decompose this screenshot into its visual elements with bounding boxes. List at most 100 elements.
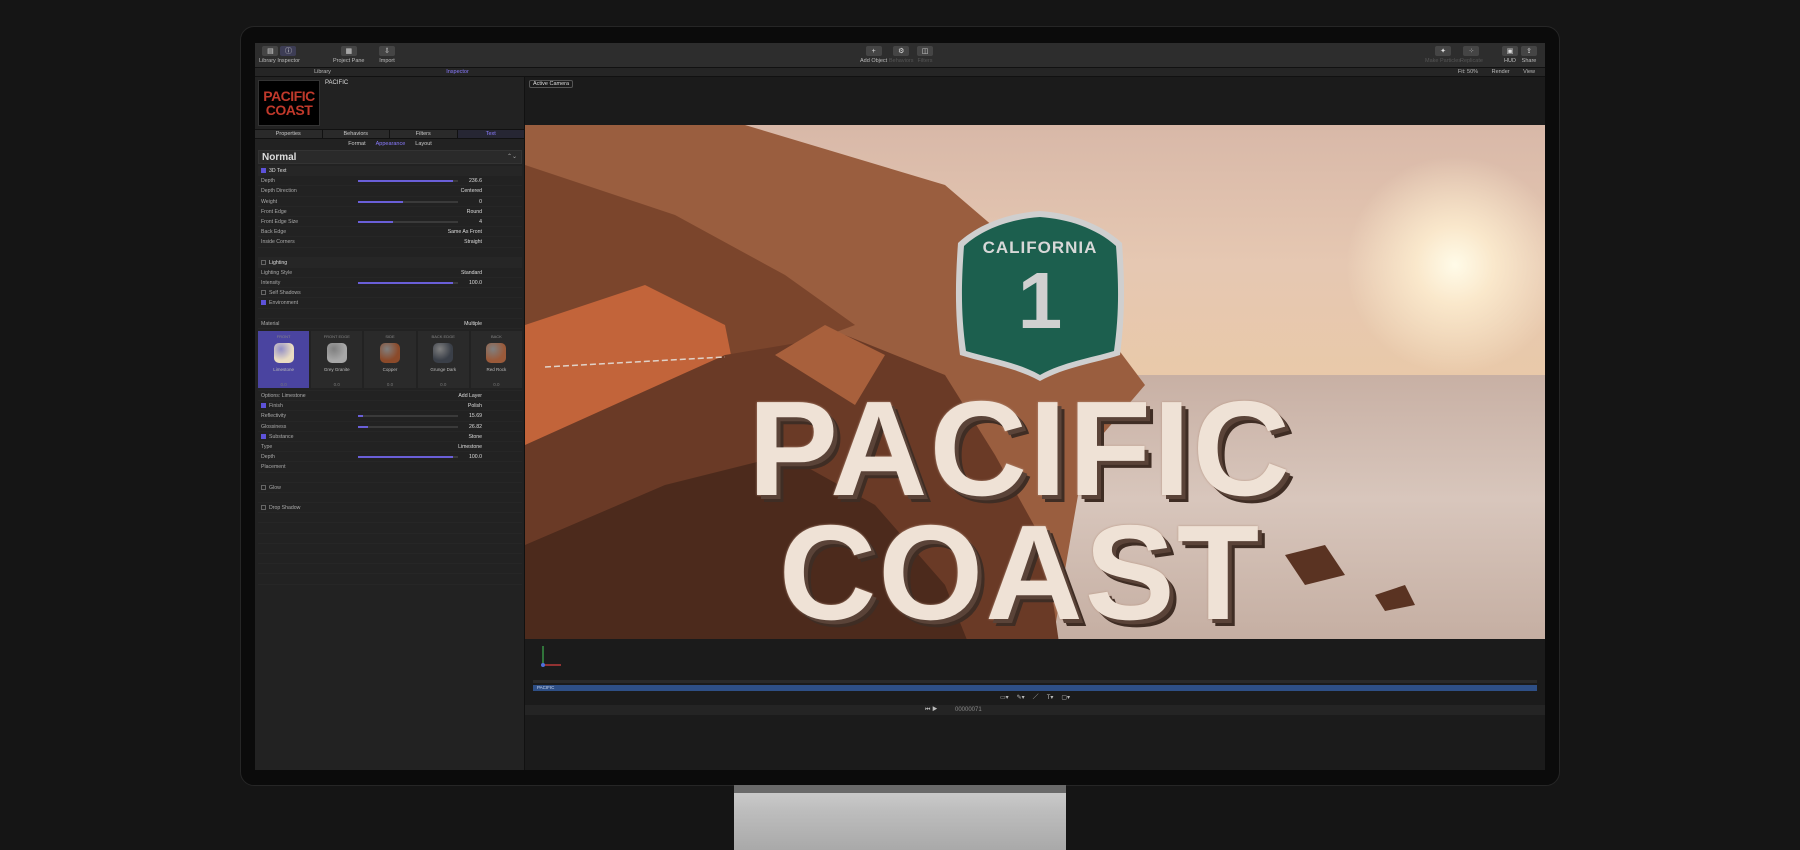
parameter-value[interactable]: Add Layer — [458, 391, 482, 401]
parameter-value[interactable]: 100.0 — [469, 278, 482, 288]
parameter-slider[interactable] — [358, 180, 458, 183]
parameter-slider[interactable] — [358, 282, 458, 285]
material-swatches: FRONT Limestone 0.0 FRONT EDGE Grey Granite 0… — [258, 329, 523, 391]
parameter-value[interactable]: 0 — [479, 197, 482, 207]
material-swatch[interactable]: BACK Red Rock 0.0 — [470, 331, 523, 388]
checkbox[interactable] — [261, 403, 266, 409]
tab-library[interactable]: Library — [255, 68, 390, 76]
slider-fill — [358, 415, 363, 418]
hud-label: HUD — [1504, 58, 1516, 64]
tab-inspector[interactable]: Inspector — [390, 68, 525, 76]
text-tool-icon[interactable]: T▾ — [1047, 693, 1054, 703]
mask-tool-icon[interactable]: ▢▾ — [1061, 693, 1070, 703]
slider-fill — [358, 220, 393, 223]
parameter-value[interactable]: Standard — [461, 268, 482, 278]
parameter-value[interactable]: Round — [467, 207, 482, 217]
material-swatch[interactable]: FRONT EDGE Grey Granite 0.0 — [311, 331, 363, 388]
checkbox[interactable] — [261, 505, 266, 511]
parameter-value[interactable]: Stone — [468, 432, 482, 442]
parameter-label: Weight — [261, 198, 278, 205]
render-menu[interactable]: Render — [1492, 69, 1510, 75]
project-pane-button[interactable]: ▦ Project Pane — [333, 46, 365, 64]
checkbox[interactable] — [261, 259, 266, 265]
parameter-slider[interactable] — [358, 415, 458, 418]
parameter-row: Placement — [258, 462, 522, 473]
tab-properties[interactable]: Properties — [255, 130, 323, 138]
parameter-value[interactable]: 236.6 — [469, 176, 482, 186]
subtab-layout[interactable]: Layout — [415, 140, 432, 149]
filters-button[interactable]: ◫ Filters — [917, 46, 933, 64]
behaviors-button[interactable]: ⚙ Behaviors — [889, 46, 913, 64]
checkbox[interactable] — [261, 300, 266, 306]
inspector-panel: PACIFIC COAST PACIFIC Properties Behavior… — [255, 77, 525, 770]
title-text-3d[interactable]: PACIFIC COAST — [710, 381, 1330, 640]
add-object-button[interactable]: + Add Object — [860, 46, 887, 64]
add-object-label: Add Object — [860, 58, 888, 64]
parameter-slider[interactable] — [358, 456, 458, 459]
parameter-label: Depth — [261, 178, 275, 185]
make-particles-button[interactable]: ✦ Make Particles — [1425, 46, 1461, 64]
inspector-tabs: Properties Behaviors Filters Text — [255, 129, 525, 139]
replicate-button[interactable]: ⁘ Replicate — [1460, 46, 1483, 64]
parameter-slider[interactable] — [358, 425, 458, 428]
mini-timeline-ruler[interactable] — [533, 680, 1537, 683]
material-swatch[interactable]: FRONT Limestone 0.0 — [258, 331, 310, 388]
hud-button[interactable]: ▣ HUD — [1502, 46, 1518, 64]
line-tool-icon[interactable]: ／ — [1033, 693, 1039, 703]
parameter-value[interactable]: 26.82 — [469, 422, 482, 432]
parameter-value[interactable]: Straight — [464, 237, 482, 247]
subtab-appearance[interactable]: Appearance — [376, 140, 406, 149]
material-value: 0.0 — [333, 382, 340, 387]
parameter-row: Environment — [258, 298, 522, 309]
checkbox[interactable] — [261, 290, 266, 296]
camera-menu[interactable]: Active Camera — [529, 80, 574, 88]
checkbox[interactable] — [261, 484, 266, 490]
timeline-layer-bar[interactable]: PACIFIC — [533, 685, 1537, 691]
shape-tool-icon[interactable]: ▭▾ — [1000, 693, 1009, 703]
pen-tool-icon[interactable]: ✎▾ — [1017, 693, 1025, 703]
material-name: Grey Granite — [323, 367, 350, 372]
library-icon[interactable]: ▤ — [262, 46, 279, 56]
material-swatch[interactable]: BACK EDGE Grunge Dark 0.0 — [417, 331, 469, 388]
material-swatch[interactable]: SIDE Copper 0.0 — [364, 331, 416, 388]
checkbox[interactable] — [261, 168, 266, 173]
material-ball-icon — [433, 343, 454, 363]
parameter-row — [258, 473, 522, 483]
parameter-value[interactable]: Centered — [461, 186, 482, 196]
parameter-slider[interactable] — [358, 220, 458, 223]
filters-icon: ◫ — [917, 46, 933, 56]
behaviors-label: Behaviors — [889, 58, 914, 64]
canvas-viewer[interactable]: CALIFORNIA 1 PACIFIC COAST — [525, 125, 1545, 685]
library-inspector-toggle[interactable]: ▤ ⓘ Library Inspector — [259, 46, 300, 64]
parameter-row: Reflectivity 15.69 — [258, 411, 522, 422]
parameter-value[interactable]: Polish — [468, 401, 482, 411]
parameter-value[interactable]: 15.69 — [469, 411, 482, 421]
checkbox[interactable] — [261, 433, 266, 439]
parameter-label: Finish — [269, 403, 283, 410]
tab-behaviors[interactable]: Behaviors — [323, 130, 390, 138]
parameter-label: Environment — [269, 300, 299, 307]
inspector-icon[interactable]: ⓘ — [280, 46, 297, 56]
subtab-format[interactable]: Format — [348, 140, 365, 149]
zoom-menu[interactable]: Fit: 50% — [1458, 69, 1478, 75]
monitor-stand-shadow — [734, 785, 1066, 793]
parameter-slider[interactable] — [358, 200, 458, 203]
tab-filters[interactable]: Filters — [390, 130, 458, 138]
play-icon[interactable]: ⏮ ▶ — [925, 705, 937, 715]
parameter-label: Drop Shadow — [269, 505, 301, 512]
tab-text[interactable]: Text — [457, 130, 525, 138]
import-button[interactable]: ⇩ Import — [379, 46, 395, 64]
parameter-value[interactable]: 100.0 — [469, 452, 482, 462]
parameter-row: Inside Corners Straight — [258, 237, 522, 248]
view-menu[interactable]: View — [1523, 69, 1535, 75]
parameter-row — [258, 493, 522, 504]
parameter-value[interactable]: 4 — [479, 217, 482, 227]
import-label: Import — [379, 58, 395, 64]
parameter-value[interactable]: Limestone — [458, 442, 482, 452]
share-button[interactable]: ⇪ Share — [1521, 46, 1537, 64]
preset-dropdown[interactable]: Normal ⌃⌄ — [258, 150, 522, 164]
parameter-value[interactable]: Multiple — [464, 319, 482, 329]
parameter-row: Depth 236.6 — [258, 176, 522, 187]
parameter-label: Placement — [261, 464, 286, 471]
parameter-value[interactable]: Same As Front — [448, 227, 482, 237]
